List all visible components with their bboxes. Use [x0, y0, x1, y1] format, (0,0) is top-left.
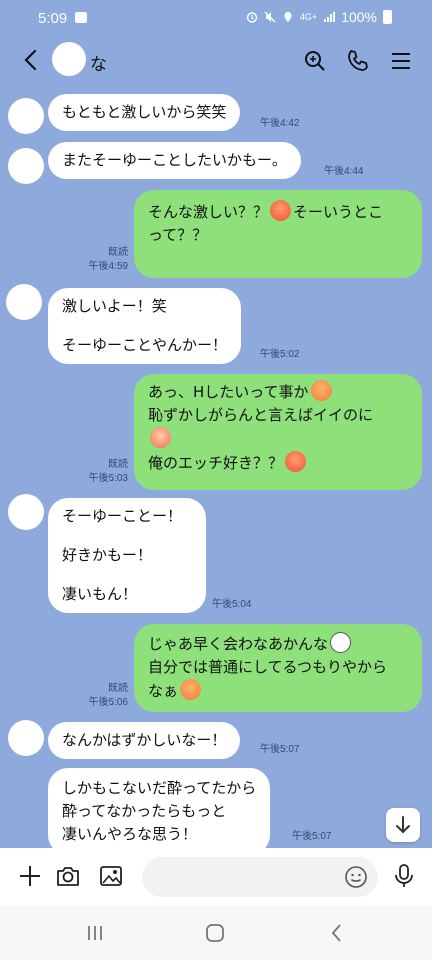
home-icon[interactable]: [202, 920, 228, 946]
camera-icon[interactable]: [54, 862, 82, 890]
read-receipt: 既読: [108, 247, 128, 258]
search-icon[interactable]: [302, 48, 328, 74]
message-text: 恥ずかしがらんと言えばイイのに: [148, 406, 374, 424]
message-text: 凄いんやろな思う！: [62, 825, 198, 843]
message-bubble[interactable]: そーゆーことー！ 好きかもー！ 凄いもん！: [48, 498, 206, 613]
message-time: 午後5:04: [212, 599, 252, 610]
sticker-icon[interactable]: [344, 865, 368, 889]
contact-avatar[interactable]: [52, 42, 86, 76]
system-nav-bar: [0, 906, 432, 960]
sender-avatar[interactable]: [6, 284, 42, 320]
message-text: そんな激しい？？: [148, 203, 269, 221]
wink-emoji-icon: [285, 451, 307, 472]
message-text: そーゆーことやんかー！: [62, 336, 228, 354]
status-bar: 5:09 4G+ 100%: [0, 0, 432, 36]
message-text: なんかはずかしいなー！: [62, 731, 227, 749]
message-time: 午後5:03: [88, 473, 128, 484]
blush-emoji-icon: [310, 380, 332, 401]
contact-name[interactable]: な: [90, 50, 107, 75]
message-input[interactable]: [142, 857, 378, 897]
status-time: 5:09: [38, 10, 68, 27]
message-text: なぁ: [148, 682, 179, 700]
battery-percent: 100%: [341, 9, 377, 25]
message-bubble[interactable]: じゃあ早く会わなあかんな 自分では普通にしてるつもりやから なぁ: [134, 624, 422, 712]
message-time: 午後4:59: [88, 261, 128, 272]
message-time: 午後5:02: [260, 349, 300, 360]
message-time: 午後4:42: [260, 118, 300, 129]
plus-icon[interactable]: [16, 862, 44, 890]
message-bubble[interactable]: なんかはずかしいなー！: [48, 722, 241, 759]
signal-icon: [324, 12, 336, 22]
scroll-down-button[interactable]: [386, 808, 420, 842]
location-icon: [284, 12, 292, 22]
embarrassed-emoji-icon: [150, 427, 171, 448]
message-text: 激しいよー！笑: [62, 297, 167, 315]
message-time: 午後5:06: [88, 697, 128, 708]
message-text: しかもこないだ酔ってたから: [62, 779, 257, 797]
message-text: またそーゆーことしたいかもー。: [62, 151, 287, 169]
back-icon[interactable]: [18, 46, 44, 74]
message-text: って？？: [148, 226, 208, 244]
wink-emoji-icon: [270, 200, 292, 221]
sender-avatar[interactable]: [8, 494, 44, 530]
message-time: 午後5:07: [292, 831, 332, 842]
message-bubble[interactable]: しかもこないだ酔ってたから 酔ってなかったらもっと 凄いんやろな思う！: [48, 768, 271, 848]
shocked-face-emoji-icon: [330, 632, 352, 653]
sender-avatar[interactable]: [8, 148, 44, 184]
menu-icon[interactable]: [388, 48, 414, 74]
alarm-icon: [246, 12, 258, 23]
message-text: あっ、Hしたいって事か: [148, 383, 309, 401]
message-text: 酔ってなかったらもっと: [62, 802, 227, 820]
message-text: じゃあ早く会わなあかんな: [148, 635, 329, 653]
scroll-down-icon: [396, 816, 410, 834]
system-back-icon[interactable]: [324, 920, 350, 946]
sender-avatar[interactable]: [8, 98, 44, 134]
message-bubble[interactable]: またそーゆーことしたいかもー。: [48, 142, 301, 179]
message-text: 俺のエッチ好き？？: [148, 454, 284, 472]
message-text: そーいうとこ: [293, 203, 384, 221]
status-icons: 4G+ 100%: [246, 9, 392, 25]
message-text: そーゆーことー！: [62, 507, 183, 525]
message-input-bar: [0, 848, 432, 906]
message-bubble[interactable]: あっ、Hしたいって事か 恥ずかしがらんと言えばイイのに 俺のエッチ好き？？: [134, 374, 422, 490]
chat-area[interactable]: もともと激しいから笑笑 午後4:42 またそーゆーことしたいかもー。 午後4:4…: [0, 84, 432, 848]
mic-icon[interactable]: [390, 862, 418, 890]
read-receipt: 既読: [108, 459, 128, 470]
sender-avatar[interactable]: [8, 720, 44, 756]
message-time: 午後4:44: [324, 166, 364, 177]
gallery-notification-icon: [75, 12, 87, 23]
chat-header: な: [0, 36, 432, 84]
phone-icon[interactable]: [345, 48, 371, 74]
message-text: もともと激しいから笑笑: [62, 103, 227, 121]
mute-icon: [264, 11, 276, 23]
read-receipt: 既読: [108, 683, 128, 694]
recent-apps-icon[interactable]: [82, 920, 108, 946]
laughing-emoji-icon: [180, 679, 202, 700]
message-text: 好きかもー！: [62, 546, 153, 564]
network-type: 4G+: [299, 12, 318, 22]
battery-icon: [383, 10, 392, 24]
message-text: 凄いもん！: [62, 585, 138, 603]
image-icon[interactable]: [97, 862, 125, 890]
message-bubble[interactable]: 激しいよー！笑 そーゆーことやんかー！: [48, 288, 242, 364]
message-time: 午後5:07: [260, 744, 300, 755]
message-text: 自分では普通にしてるつもりやから: [148, 658, 387, 676]
message-bubble[interactable]: もともと激しいから笑笑: [48, 94, 241, 131]
message-bubble[interactable]: そんな激しい？？ そーいうとこ って？？: [134, 190, 422, 278]
